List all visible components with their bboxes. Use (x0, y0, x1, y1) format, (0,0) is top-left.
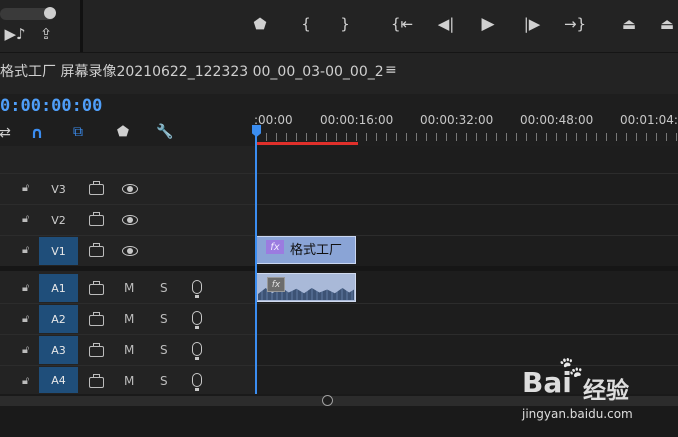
work-area-bar[interactable] (256, 142, 358, 145)
mark-out-icon[interactable]: } (335, 14, 355, 34)
track-label-v1[interactable]: V1 (39, 237, 78, 265)
lift-icon[interactable]: ⏏ (617, 14, 641, 34)
voice-over-mic-icon[interactable] (192, 342, 202, 360)
mute-button[interactable]: M (124, 281, 134, 295)
track-label-v2[interactable]: V2 (39, 206, 78, 234)
solo-button[interactable]: S (160, 312, 168, 326)
ruler-label: 00:00:32:00 (420, 113, 494, 127)
track-label-v3[interactable]: V3 (39, 175, 78, 203)
voice-over-mic-icon[interactable] (192, 280, 202, 298)
video-clip-name: 格式工厂 (290, 243, 343, 258)
go-to-in-icon[interactable]: {⇤ (389, 14, 415, 34)
track-divider (0, 204, 678, 205)
ruler-label: 00:01:04: (620, 113, 678, 127)
solo-button[interactable]: S (160, 281, 168, 295)
sync-lock-icon[interactable] (89, 374, 104, 388)
mute-button[interactable]: M (124, 312, 134, 326)
horizontal-zoom-scrollbar[interactable] (0, 396, 678, 406)
fx-badge: fx (267, 277, 285, 292)
step-back-icon[interactable]: ◀| (434, 14, 458, 34)
playhead-timecode[interactable]: 0:00:00:00 (0, 96, 102, 116)
mute-button[interactable]: M (124, 343, 134, 357)
track-label-a3[interactable]: A3 (39, 336, 78, 364)
insert-icon[interactable]: ⇪ (36, 25, 56, 43)
playhead-line[interactable] (255, 128, 257, 394)
add-marker-timeline-icon[interactable]: ⬟ (114, 123, 132, 141)
watermark-url: jingyan.baidu.com (522, 407, 633, 421)
export-frame-icon[interactable]: ▶♪ (4, 25, 26, 43)
voice-over-mic-icon[interactable] (192, 373, 202, 391)
ruler-label: 00:00:48:00 (520, 113, 594, 127)
toggle-output-eye-icon[interactable] (122, 184, 138, 194)
nest-icon[interactable]: ⇄ (0, 124, 11, 142)
ruler-ticks (256, 133, 678, 141)
video-audio-divider[interactable] (0, 266, 678, 271)
settings-wrench-icon[interactable]: 🔧 (155, 123, 175, 141)
sync-lock-icon[interactable] (89, 212, 104, 226)
track-label-a2[interactable]: A2 (39, 305, 78, 333)
sequence-tab-title[interactable]: 格式工厂 屏幕录像20210622_122323 00_00_03-00_00_… (0, 61, 384, 81)
step-forward-icon[interactable]: |▶ (520, 14, 544, 34)
ruler-label: :00:00 (254, 113, 293, 127)
go-to-out-icon[interactable]: →} (562, 14, 588, 34)
solo-button[interactable]: S (160, 343, 168, 357)
scrollbar-handle[interactable] (322, 395, 333, 406)
lock-icon[interactable]: 🔓︎ (22, 181, 29, 195)
toggle-output-eye-icon[interactable] (122, 215, 138, 225)
solo-button[interactable]: S (160, 374, 168, 388)
lock-icon[interactable]: 🔓︎ (22, 243, 29, 257)
ruler-label: 00:00:16:00 (320, 113, 394, 127)
lock-icon[interactable]: 🔓︎ (22, 212, 29, 226)
sync-lock-icon[interactable] (89, 181, 104, 195)
mark-in-icon[interactable]: { (296, 14, 316, 34)
add-marker-icon[interactable]: ⬟ (250, 14, 270, 34)
lock-icon[interactable]: 🔓︎ (22, 281, 29, 295)
track-divider (0, 334, 678, 335)
voice-over-mic-icon[interactable] (192, 311, 202, 329)
track-divider (0, 173, 678, 174)
fx-badge: fx (266, 240, 284, 254)
lock-icon[interactable]: 🔓︎ (22, 374, 29, 388)
paw-logo-icon: 🐾︎ (557, 356, 585, 381)
lock-icon[interactable]: 🔓︎ (22, 312, 29, 326)
track-label-a4[interactable]: A4 (39, 367, 78, 393)
track-label-a1[interactable]: A1 (39, 274, 78, 302)
zoom-slider-knob[interactable] (44, 7, 56, 19)
snap-icon[interactable]: ∩ (28, 123, 46, 142)
lock-icon[interactable]: 🔓︎ (22, 343, 29, 357)
watermark-brand-cn: 经验 (583, 378, 629, 404)
sync-lock-icon[interactable] (89, 281, 104, 295)
sync-lock-icon[interactable] (89, 343, 104, 357)
play-icon[interactable]: ▶ (477, 14, 499, 34)
sync-lock-icon[interactable] (89, 312, 104, 326)
toggle-output-eye-icon[interactable] (122, 246, 138, 256)
extract-icon[interactable]: ⏏ (655, 14, 678, 34)
sync-lock-icon[interactable] (89, 243, 104, 257)
linked-selection-icon[interactable]: ⧉ (69, 123, 87, 141)
mute-button[interactable]: M (124, 374, 134, 388)
track-divider (0, 303, 678, 304)
panel-divider (80, 0, 83, 52)
panel-menu-icon[interactable]: ≡ (385, 62, 397, 78)
